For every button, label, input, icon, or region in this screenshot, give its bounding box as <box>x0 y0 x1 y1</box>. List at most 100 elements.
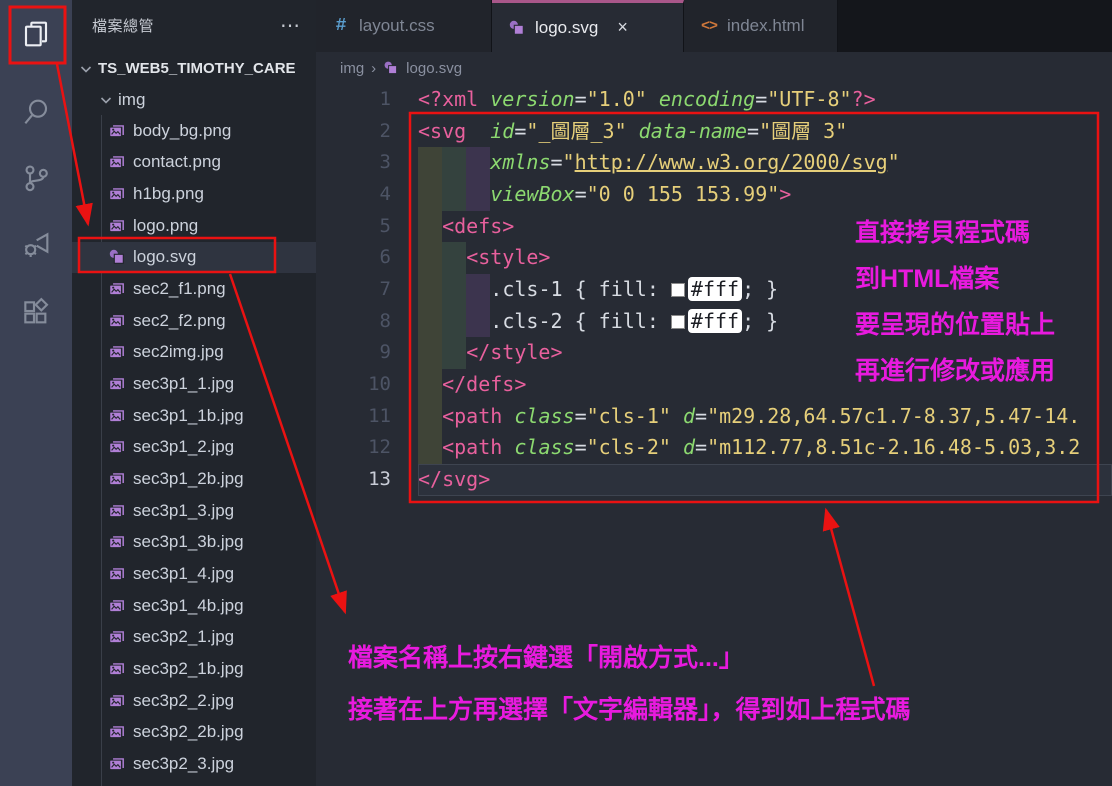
code-token: </defs> <box>442 372 526 396</box>
indent-guide <box>442 242 466 274</box>
code-token: = <box>695 404 707 428</box>
indent-guide <box>442 179 466 211</box>
file-item[interactable]: contact.png <box>72 147 316 179</box>
file-label: sec2img.jpg <box>133 342 224 362</box>
close-icon[interactable]: × <box>617 17 628 38</box>
code-line[interactable]: 9</style> <box>316 337 1112 369</box>
code-line-content: <path class="cls-2" d="m112.77,8.51c-2.1… <box>418 432 1112 464</box>
file-label: sec3p1_1.jpg <box>133 374 234 394</box>
code-line[interactable]: 2<svg id="_圖層_3" data-name="圖層 3" <box>316 116 1112 148</box>
code-token: ?> <box>852 87 876 111</box>
code-token <box>502 435 514 459</box>
indent-guide <box>418 211 442 243</box>
tab-bar-empty-space <box>838 0 1112 52</box>
file-item[interactable]: sec3p1_2b.jpg <box>72 463 316 495</box>
file-item[interactable]: sec2_f1.png <box>72 273 316 305</box>
file-item[interactable]: sec2img.jpg <box>72 337 316 369</box>
file-label: sec3p1_4.jpg <box>133 564 234 584</box>
tab-logo-svg[interactable]: logo.svg × <box>492 0 684 52</box>
line-number: 9 <box>316 337 391 369</box>
code-token: "圖層 3" <box>759 119 847 143</box>
code-token: <defs> <box>442 214 514 238</box>
file-item[interactable]: sec3p2_2.jpg <box>72 685 316 717</box>
file-item[interactable]: sec3p1_3b.jpg <box>72 527 316 559</box>
file-item[interactable]: sec3p1_4.jpg <box>72 558 316 590</box>
code-token <box>627 119 639 143</box>
code-line[interactable]: 3 xmlns="http://www.w3.org/2000/svg" <box>316 147 1112 179</box>
file-item[interactable]: sec3p2_3.jpg <box>72 748 316 780</box>
image-file-icon <box>108 502 126 520</box>
file-list: body_bg.pngcontact.png h1bg.png logo.png lo… <box>72 115 316 780</box>
folder-label: img <box>118 90 145 110</box>
code-token: = <box>575 182 587 206</box>
run-debug-icon[interactable] <box>14 223 58 267</box>
file-label: sec3p2_1b.jpg <box>133 659 244 679</box>
file-item[interactable]: sec2_f2.png <box>72 305 316 337</box>
file-label: sec3p2_2b.jpg <box>133 722 244 742</box>
file-item[interactable]: sec3p2_1.jpg <box>72 622 316 654</box>
code-line-content: .cls-1 { fill: #fff; } <box>418 274 1112 306</box>
more-actions-icon[interactable]: ⋯ <box>280 13 302 38</box>
indent-guide <box>418 147 442 179</box>
code-line[interactable]: 6<style> <box>316 242 1112 274</box>
file-item[interactable]: logo.svg <box>72 242 316 274</box>
file-item[interactable]: sec3p2_2b.jpg <box>72 716 316 748</box>
indent-guide <box>418 337 442 369</box>
file-item[interactable]: sec3p1_2.jpg <box>72 432 316 464</box>
code-editor[interactable]: 1<?xml version="1.0" encoding="UTF-8"?>2… <box>316 84 1112 786</box>
file-item[interactable]: logo.png <box>72 210 316 242</box>
code-line[interactable]: 11<path class="cls-1" d="m29.28,64.57c1.… <box>316 401 1112 433</box>
tab-layout-css[interactable]: # layout.css <box>316 0 492 52</box>
file-item[interactable]: sec3p1_3.jpg <box>72 495 316 527</box>
line-number: 3 <box>316 147 391 179</box>
tree-root-folder[interactable]: TS_WEB5_TIMOTHY_CARE <box>72 53 316 84</box>
source-control-icon[interactable] <box>14 156 58 200</box>
chevron-down-icon <box>98 92 114 108</box>
file-label: sec3p2_1.jpg <box>133 627 234 647</box>
code-token: xmlns <box>490 150 550 174</box>
image-file-icon <box>108 343 126 361</box>
explorer-sidebar: 檔案總管 ⋯ TS_WEB5_TIMOTHY_CARE img body_bg.… <box>72 0 316 786</box>
file-item[interactable]: sec3p2_1b.jpg <box>72 653 316 685</box>
file-label: sec2_f1.png <box>133 279 226 299</box>
file-item[interactable]: body_bg.png <box>72 115 316 147</box>
file-item[interactable]: sec3p1_1.jpg <box>72 368 316 400</box>
code-token: viewBox <box>490 182 574 206</box>
code-token: .cls-2 { fill: <box>490 309 671 333</box>
breadcrumb-folder[interactable]: img <box>340 60 364 77</box>
explorer-icon[interactable] <box>14 12 58 56</box>
code-line[interactable]: 13</svg> <box>316 464 1112 496</box>
indent-guide <box>466 306 490 338</box>
code-line[interactable]: 7.cls-1 { fill: #fff; } <box>316 274 1112 306</box>
file-item[interactable]: sec3p1_4b.jpg <box>72 590 316 622</box>
code-line[interactable]: 1<?xml version="1.0" encoding="UTF-8"?> <box>316 84 1112 116</box>
file-label: sec3p1_3.jpg <box>133 501 234 521</box>
svg-file-icon <box>508 19 526 37</box>
code-line[interactable]: 10</defs> <box>316 369 1112 401</box>
code-token: "UTF-8" <box>767 87 851 111</box>
code-token <box>502 404 514 428</box>
tree-folder-img[interactable]: img <box>72 84 316 115</box>
extensions-icon[interactable] <box>14 291 58 335</box>
code-line[interactable]: 5<defs> <box>316 211 1112 243</box>
code-token: data-name <box>639 119 747 143</box>
vscode-window: 檔案總管 ⋯ TS_WEB5_TIMOTHY_CARE img body_bg.… <box>0 0 1112 786</box>
code-line[interactable]: 12<path class="cls-2" d="m112.77,8.51c-2… <box>316 432 1112 464</box>
breadcrumb-file[interactable]: logo.svg <box>406 60 462 77</box>
code-line[interactable]: 4viewBox="0 0 155 153.99"> <box>316 179 1112 211</box>
line-number: 2 <box>316 116 391 148</box>
code-token: id <box>490 119 514 143</box>
file-item[interactable]: h1bg.png <box>72 178 316 210</box>
file-label: logo.svg <box>133 247 196 267</box>
code-token: = <box>755 87 767 111</box>
file-label: h1bg.png <box>133 184 204 204</box>
search-icon[interactable] <box>14 90 58 134</box>
code-line[interactable]: 8.cls-2 { fill: #fff; } <box>316 306 1112 338</box>
tab-index-html[interactable]: <> index.html <box>684 0 838 52</box>
image-file-icon <box>108 407 126 425</box>
sidebar-title: 檔案總管 <box>92 15 154 36</box>
code-line-content: xmlns="http://www.w3.org/2000/svg" <box>418 147 1112 179</box>
image-file-icon <box>108 312 126 330</box>
file-item[interactable]: sec3p1_1b.jpg <box>72 400 316 432</box>
css-file-icon: # <box>332 17 350 35</box>
